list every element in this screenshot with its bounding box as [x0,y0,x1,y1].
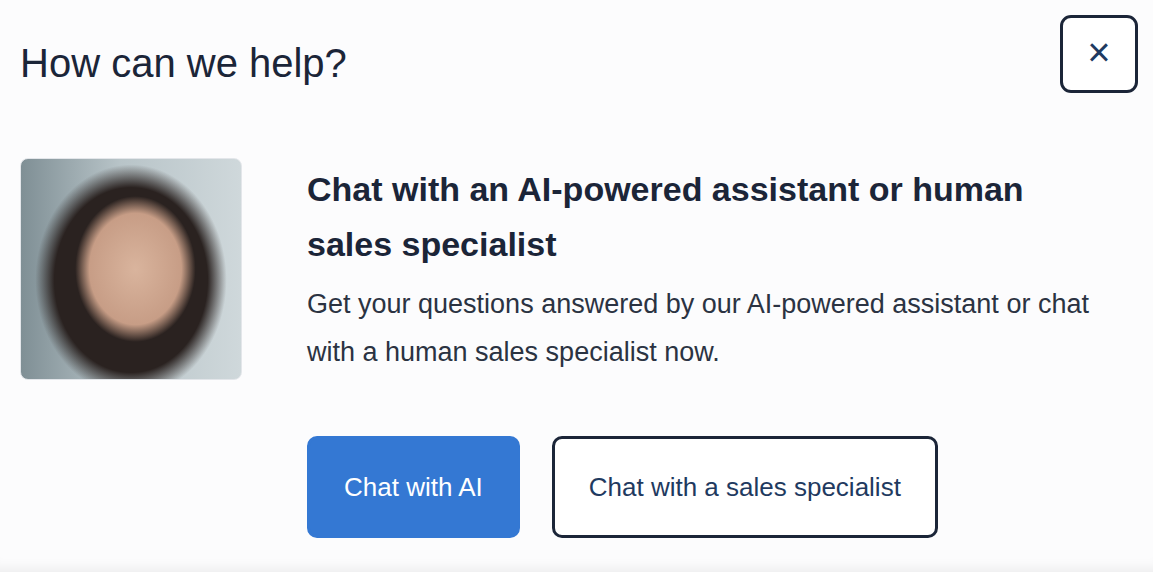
close-icon[interactable]: × [1087,32,1110,72]
dialog-description: Get your questions answered by our AI-po… [307,280,1127,376]
help-dialog: How can we help? × Chat with an AI-powered… [0,0,1153,572]
dialog-title: How can we help? [20,15,347,87]
dialog-body: Chat with an AI-powered assistant or hum… [20,158,1138,538]
button-label[interactable]: Chat with AI [344,472,483,502]
chat-specialist-button[interactable]: Chat with a sales specialist [552,436,938,538]
agent-photo [20,158,242,380]
dialog-heading: Chat with an AI-powered assistant or hum… [307,162,1047,272]
close-button[interactable]: × [1060,15,1138,93]
button-label[interactable]: Chat with a sales specialist [589,472,901,502]
chat-ai-button[interactable]: Chat with AI [307,436,520,538]
dialog-header: How can we help? × [20,15,1138,93]
dialog-content: Chat with an AI-powered assistant or hum… [307,158,1127,538]
dialog-actions: Chat with AI Chat with a sales specialist [307,436,1127,538]
